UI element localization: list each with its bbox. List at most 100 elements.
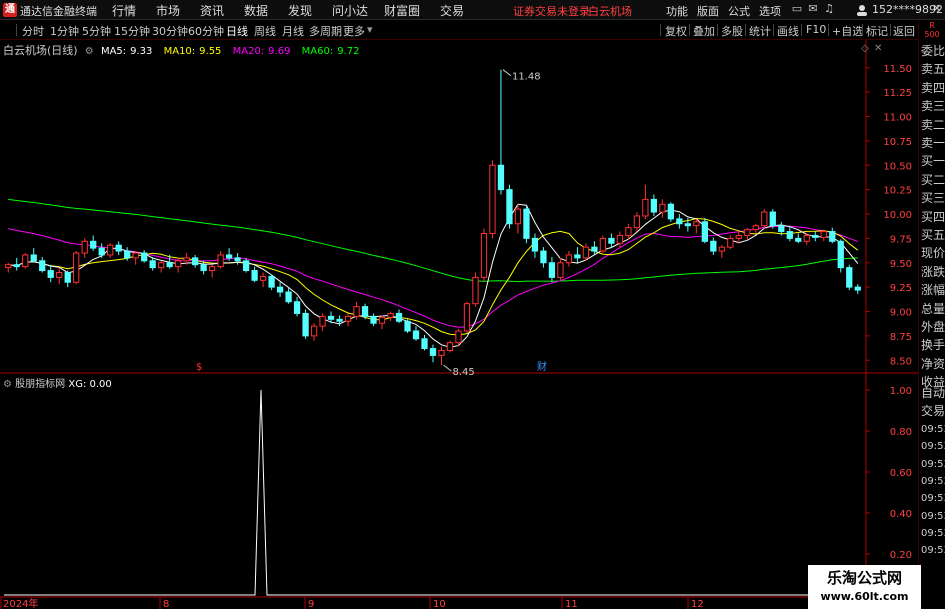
watermark-url: www.60lt.com bbox=[820, 590, 909, 603]
trade-time: 09:53 bbox=[921, 545, 945, 557]
screen-icon[interactable]: ▭ bbox=[790, 2, 804, 16]
candle-body bbox=[727, 237, 734, 248]
candle-body bbox=[81, 240, 88, 254]
menu-item-market[interactable]: 市场 bbox=[156, 2, 180, 19]
period-tab-daily[interactable]: 日线 bbox=[226, 23, 248, 39]
period-tab-multi[interactable]: 多周期 bbox=[309, 23, 342, 39]
price-tick-label: 11.50 bbox=[883, 64, 912, 75]
adjust-button[interactable]: 复权 bbox=[665, 23, 687, 39]
candle-body bbox=[30, 254, 37, 262]
add-watchlist-button[interactable]: +自选 bbox=[832, 23, 863, 39]
candle-body bbox=[404, 320, 411, 332]
ma10-label: MA10: 9.55 bbox=[163, 46, 222, 57]
overlay-button[interactable]: 叠加 bbox=[693, 23, 715, 39]
quote-label: 买三 bbox=[921, 191, 945, 206]
candle-body bbox=[5, 264, 12, 269]
main-chart-header: 白云机场(日线) ⚙ MA5: 9.33 MA10: 9.55 MA20: 9.69 … bbox=[3, 42, 367, 57]
multi-stock-button[interactable]: 多股 bbox=[721, 23, 743, 39]
options-menu[interactable]: 选项 bbox=[759, 3, 781, 19]
candle-body bbox=[39, 260, 46, 272]
candle-body bbox=[650, 198, 658, 213]
candle-body bbox=[310, 325, 318, 337]
watermark: 乐淘公式网 www.60lt.com bbox=[808, 565, 921, 609]
formula-menu[interactable]: 公式 bbox=[728, 3, 750, 19]
candle-body bbox=[251, 270, 258, 281]
candle-body bbox=[124, 250, 131, 259]
candle-body bbox=[633, 215, 641, 229]
price-tick-label: 9.75 bbox=[890, 234, 912, 245]
more-dropdown-icon[interactable]: ▾ bbox=[367, 23, 373, 36]
user-icon[interactable] bbox=[856, 4, 868, 16]
close-icon[interactable]: ✕ bbox=[930, 2, 944, 16]
sub-settings-icon[interactable]: ⚙ bbox=[3, 379, 12, 390]
period-tab-60min[interactable]: 60分钟 bbox=[188, 23, 224, 39]
price-tick-label: 10.50 bbox=[883, 161, 912, 172]
login-status[interactable]: 证券交易未登录 bbox=[513, 3, 590, 19]
candle-body bbox=[225, 254, 233, 259]
period-tab-5min[interactable]: 5分钟 bbox=[82, 23, 111, 39]
menu-item-wealth-circle[interactable]: 财富圈 bbox=[384, 2, 420, 19]
period-tab-30min[interactable]: 30分钟 bbox=[152, 23, 188, 39]
candle-body bbox=[803, 234, 810, 242]
app-logo: 通 bbox=[3, 3, 17, 17]
chart-zoom-icon[interactable]: ◇ bbox=[861, 43, 869, 54]
candle-body bbox=[531, 237, 539, 252]
trade-time: 09:53 bbox=[921, 475, 945, 487]
menu-item-news[interactable]: 资讯 bbox=[200, 2, 224, 19]
price-tick-label: 8.50 bbox=[890, 356, 912, 367]
candle-body bbox=[208, 266, 216, 272]
stats-button[interactable]: 统计 bbox=[749, 23, 771, 39]
candle-body bbox=[158, 262, 165, 269]
quote-label: 买五 bbox=[921, 228, 945, 242]
candle-body bbox=[455, 330, 462, 344]
menu-item-ask[interactable]: 问小达 bbox=[332, 2, 368, 19]
chart-close-icon[interactable]: ✕ bbox=[874, 43, 882, 54]
price-tick-label: 8.75 bbox=[890, 332, 912, 343]
mark-button[interactable]: 标记 bbox=[866, 23, 888, 39]
candle-body bbox=[73, 252, 80, 283]
candle-body bbox=[837, 240, 844, 269]
f10-button[interactable]: F10 bbox=[806, 23, 826, 36]
sub-chart-header: ⚙ 股朋指标网 XG: 0.00 bbox=[3, 375, 112, 390]
quote-label: 涨跌 bbox=[921, 264, 945, 279]
candle-body bbox=[591, 246, 598, 252]
period-tab-1min[interactable]: 1分钟 bbox=[50, 23, 79, 39]
menu-item-discover[interactable]: 发现 bbox=[288, 2, 312, 19]
candle-body bbox=[344, 315, 352, 322]
candle-body bbox=[846, 267, 853, 288]
menu-item-data[interactable]: 数据 bbox=[244, 2, 268, 19]
period-tab-weekly[interactable]: 周线 bbox=[254, 23, 276, 39]
draw-line-button[interactable]: 画线 bbox=[777, 23, 799, 39]
settings-icon[interactable]: ⚙ bbox=[85, 46, 94, 57]
menu-item-quotes[interactable]: 行情 bbox=[112, 2, 136, 19]
kline-chart[interactable]: 11.50 11.25 11.00 10.75 10.50 10.25 10.00 9.75 9… bbox=[0, 40, 918, 609]
trade-time: 09:53 bbox=[921, 458, 945, 470]
time-tick-label: 9 bbox=[308, 599, 314, 609]
mail-icon[interactable]: ✉ bbox=[806, 2, 820, 16]
period-tab-more[interactable]: 更多 bbox=[343, 23, 365, 39]
quote-label: 卖一 bbox=[921, 136, 945, 150]
candle-body bbox=[480, 233, 488, 278]
sub-tick-label: 1.00 bbox=[890, 386, 912, 397]
function-menu[interactable]: 功能 bbox=[666, 3, 688, 19]
period-tab-15min[interactable]: 15分钟 bbox=[114, 23, 150, 39]
period-tab-monthly[interactable]: 月线 bbox=[282, 23, 304, 39]
candle-body bbox=[421, 338, 428, 350]
menu-item-trade[interactable]: 交易 bbox=[440, 2, 464, 19]
candle-body bbox=[175, 260, 182, 268]
trade-label[interactable]: 交易 bbox=[921, 402, 945, 419]
candle-body bbox=[361, 306, 369, 317]
back-button[interactable]: 返回 bbox=[893, 23, 915, 39]
watermark-title: 乐淘公式网 bbox=[826, 569, 902, 587]
quote-label: 净资 bbox=[921, 356, 945, 371]
candle-body bbox=[438, 350, 445, 356]
price-tick-label: 10.75 bbox=[883, 137, 912, 148]
r-indicator[interactable]: R 500 bbox=[918, 20, 945, 40]
layout-menu[interactable]: 版面 bbox=[697, 3, 719, 19]
bell-icon[interactable]: ♫ bbox=[822, 2, 836, 16]
candle-body bbox=[183, 257, 190, 262]
auto-trade-label[interactable]: 自动 bbox=[921, 384, 945, 401]
trade-time: 09:53 bbox=[921, 441, 945, 453]
candle-body bbox=[166, 262, 173, 268]
period-tab-intraday[interactable]: 分时 bbox=[22, 23, 44, 39]
